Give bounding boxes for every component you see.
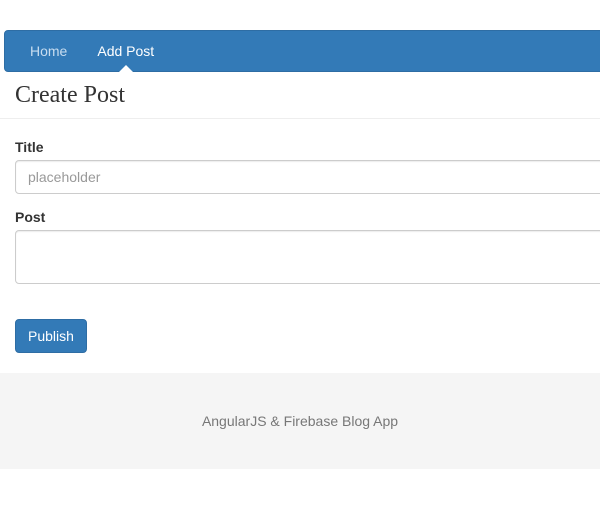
page-header: Create Post	[0, 82, 600, 119]
title-input[interactable]	[15, 160, 600, 194]
publish-button[interactable]: Publish	[15, 319, 87, 353]
nav-link-add-post[interactable]: Add Post	[82, 31, 169, 71]
title-label: Title	[15, 139, 44, 155]
nav-list: Home Add Post	[5, 31, 600, 71]
nav-link-home[interactable]: Home	[15, 31, 82, 71]
nav-item-home[interactable]: Home	[15, 31, 82, 71]
post-group: Post	[15, 209, 585, 284]
post-label: Post	[15, 209, 45, 225]
title-group: Title	[15, 139, 585, 194]
main-navbar: Home Add Post	[4, 30, 600, 72]
footer: AngularJS & Firebase Blog App	[0, 373, 600, 469]
post-textarea[interactable]	[15, 230, 600, 284]
footer-text: AngularJS & Firebase Blog App	[0, 413, 600, 429]
create-post-form: Title Post Publish	[0, 139, 600, 353]
nav-item-add-post[interactable]: Add Post	[82, 31, 169, 71]
page-title: Create Post	[15, 82, 600, 109]
